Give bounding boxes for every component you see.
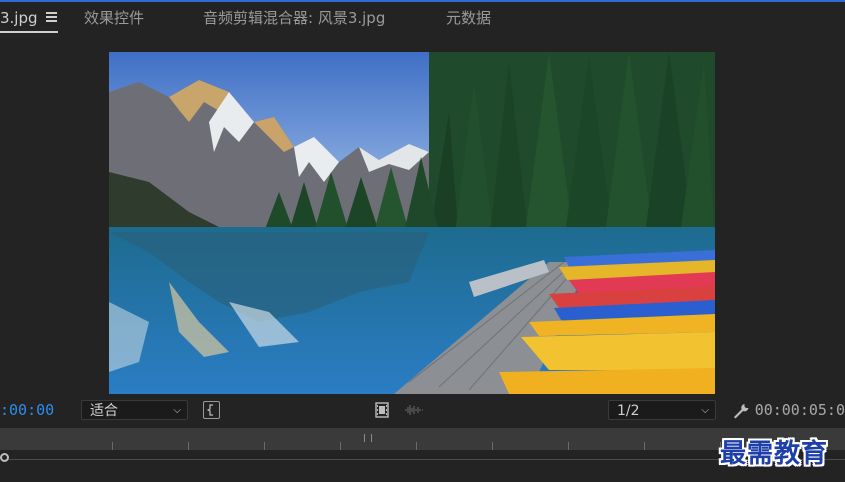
tab-source-label: 3.jpg xyxy=(0,9,38,27)
ruler-tick xyxy=(492,442,493,450)
watermark-logo: 最需教育 xyxy=(720,439,829,469)
source-monitor xyxy=(0,36,845,396)
wrench-icon[interactable] xyxy=(731,401,751,421)
hamburger-menu-icon[interactable] xyxy=(46,12,57,22)
fit-zoom-select[interactable]: 适合 ⌵ xyxy=(81,400,188,420)
ruler-tick xyxy=(264,442,265,450)
audio-waveform-icon[interactable] xyxy=(403,403,425,417)
playback-controls: :00:00 适合 ⌵ 1/2 ⌵ 00:00:05:0 xyxy=(0,396,845,426)
ruler-tick xyxy=(112,442,113,450)
tab-audio-clip-mixer[interactable]: 音频剪辑混合器: 风景3.jpg xyxy=(203,2,385,34)
playback-resolution-select[interactable]: 1/2 ⌵ xyxy=(608,400,716,420)
ruler-tick xyxy=(188,442,189,450)
preview-frame[interactable] xyxy=(109,52,715,394)
work-area-grip[interactable] xyxy=(364,434,372,442)
ruler-tick xyxy=(568,442,569,450)
current-timecode[interactable]: :00:00 xyxy=(0,401,54,419)
playback-resolution-value: 1/2 xyxy=(617,403,640,419)
fit-zoom-value: 适合 xyxy=(90,403,118,419)
ruler-tick xyxy=(644,442,645,450)
ruler-tick xyxy=(340,442,341,450)
ruler-tick xyxy=(416,442,417,450)
tab-source-monitor[interactable]: 3.jpg xyxy=(0,2,58,34)
chevron-down-icon: ⌵ xyxy=(701,405,709,416)
duration-timecode: 00:00:05:0 xyxy=(754,401,845,419)
zoom-scrollbar[interactable] xyxy=(0,452,845,466)
tab-effect-controls[interactable]: 效果控件 xyxy=(84,2,144,34)
scrollbar-handle[interactable] xyxy=(0,453,9,462)
film-strip-icon[interactable] xyxy=(374,401,390,419)
active-tab-underline xyxy=(0,31,58,33)
panel-tab-bar: 3.jpg 效果控件 音频剪辑混合器: 风景3.jpg 元数据 xyxy=(0,2,845,36)
tab-metadata[interactable]: 元数据 xyxy=(446,2,491,34)
timeline-ruler[interactable] xyxy=(0,428,845,450)
landscape-image xyxy=(109,52,715,394)
chevron-down-icon: ⌵ xyxy=(173,405,181,416)
add-marker-icon[interactable] xyxy=(203,401,220,419)
